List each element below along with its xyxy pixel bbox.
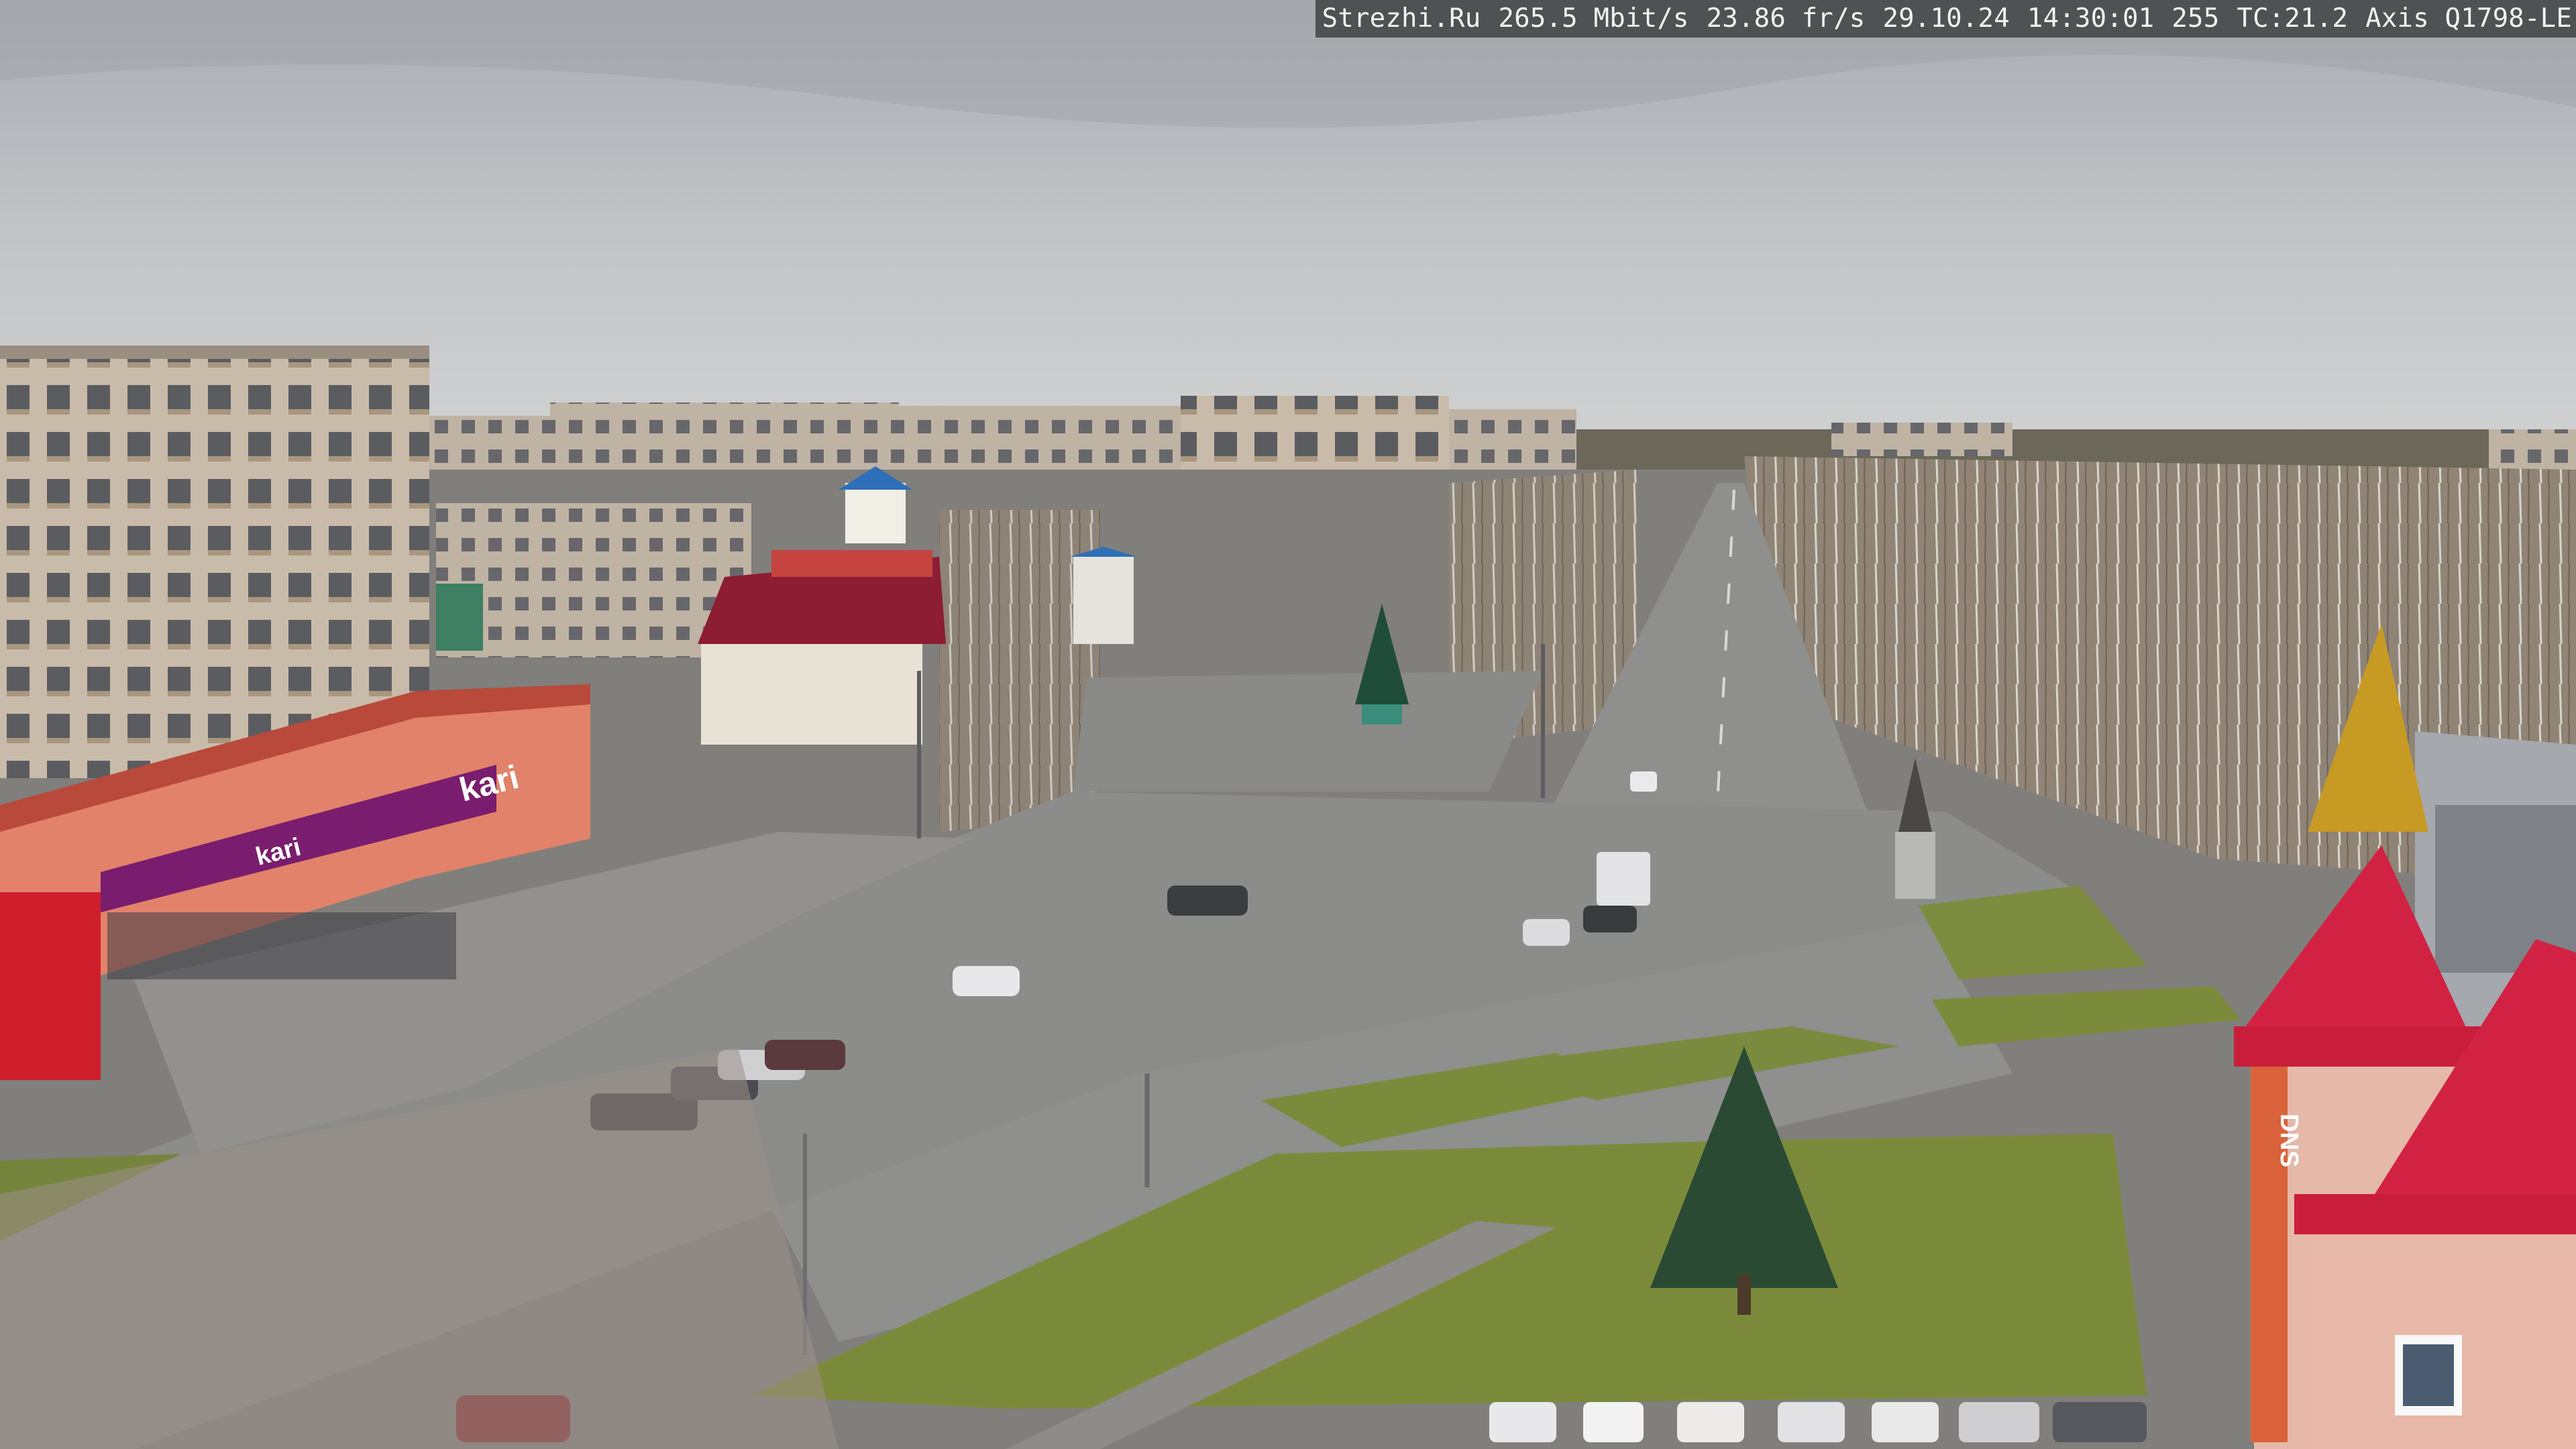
street-car-4 [1630,771,1657,792]
dns-roof-trim-1 [2234,1026,2482,1067]
dns-sign: DNS [2275,1114,2303,1167]
osd-bitrate: 265.5 Mbit/s [1498,3,1689,34]
far-apartment-block-right [1831,423,2012,456]
dns-roof-trim-2 [2294,1194,2576,1234]
foreground-pine-trunk [1737,1275,1751,1315]
green-small-building [436,584,483,651]
monument-pedestal [1895,832,1935,899]
lot-car-6 [1167,885,1248,916]
parked-car-7 [2053,1402,2147,1442]
street-car-3 [1597,852,1650,906]
hotel-facade [701,644,922,745]
osd-temperature: TC:21.2 [2237,3,2349,34]
left-apartment-roofline [0,345,429,359]
town-square [1073,671,1543,792]
dns-window-glass [2403,1344,2454,1406]
parked-car-6 [1959,1402,2039,1442]
webcam-scene: kari kari DNS [0,0,2576,1449]
christmas-tree-base [1362,704,1402,724]
osd-camera-model: Axis Q1798-LE [2365,3,2572,34]
blue-roof-tower [845,483,906,543]
parked-car-1 [1489,1402,1556,1442]
hotel-chimney-block [771,550,932,577]
lot-car-5 [953,966,1020,996]
osd-site: Strezhi.Ru [1322,3,1481,34]
blue-roof-building-mid [1073,557,1134,644]
osd-time: 14:30:01 [2027,3,2155,34]
osd-date: 29.10.24 [1882,3,2010,34]
street-car-2 [1583,906,1637,932]
red-corner-block [0,892,101,1080]
osd-counter: 255 [2171,3,2220,34]
parked-car-4 [1778,1402,1845,1442]
parked-car-3 [1677,1402,1744,1442]
parked-car-5 [1872,1402,1939,1442]
parked-car-2 [1583,1402,1644,1442]
street-car-1 [1523,919,1570,946]
osd-framerate: 23.86 fr/s [1706,3,1866,34]
far-apartment-block-edge [2489,429,2576,470]
lot-car-4 [765,1040,845,1070]
camera-osd-overlay: Strezhi.Ru 265.5 Mbit/s 23.86 fr/s 29.10.24… [1315,0,2576,38]
kari-store-windows [107,912,456,979]
